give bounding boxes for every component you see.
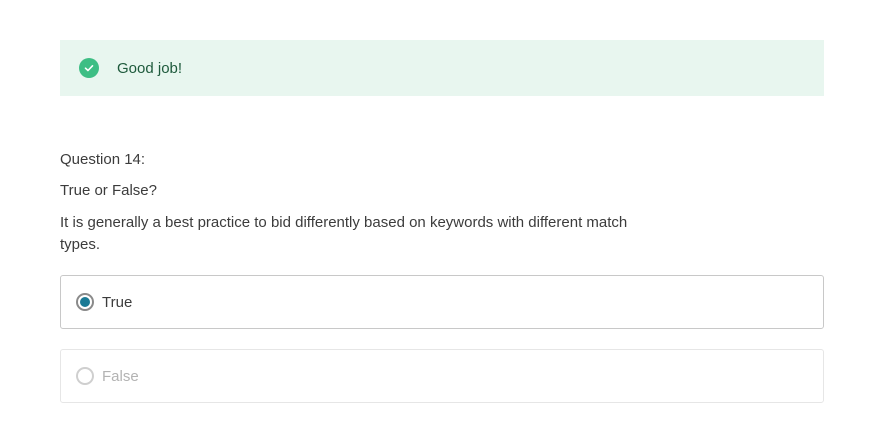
answer-option-label: False [102, 367, 139, 385]
answer-option-false[interactable]: False [60, 349, 824, 403]
radio-button-selected[interactable] [76, 293, 94, 311]
question-number: Question 14: [60, 151, 146, 168]
feedback-message: Good job! [117, 59, 183, 77]
answer-option-true[interactable]: True [60, 275, 824, 329]
radio-button-unselected[interactable] [76, 367, 94, 385]
feedback-banner: Good job! [60, 40, 824, 96]
quiz-page: Good job! Question 14: True or False? It… [0, 0, 895, 434]
question-type: True or False? [60, 182, 157, 199]
radio-dot-icon [80, 297, 90, 307]
check-circle-icon [79, 58, 99, 78]
answer-option-label: True [102, 293, 133, 311]
question-text: It is generally a best practice to bid d… [60, 214, 628, 253]
